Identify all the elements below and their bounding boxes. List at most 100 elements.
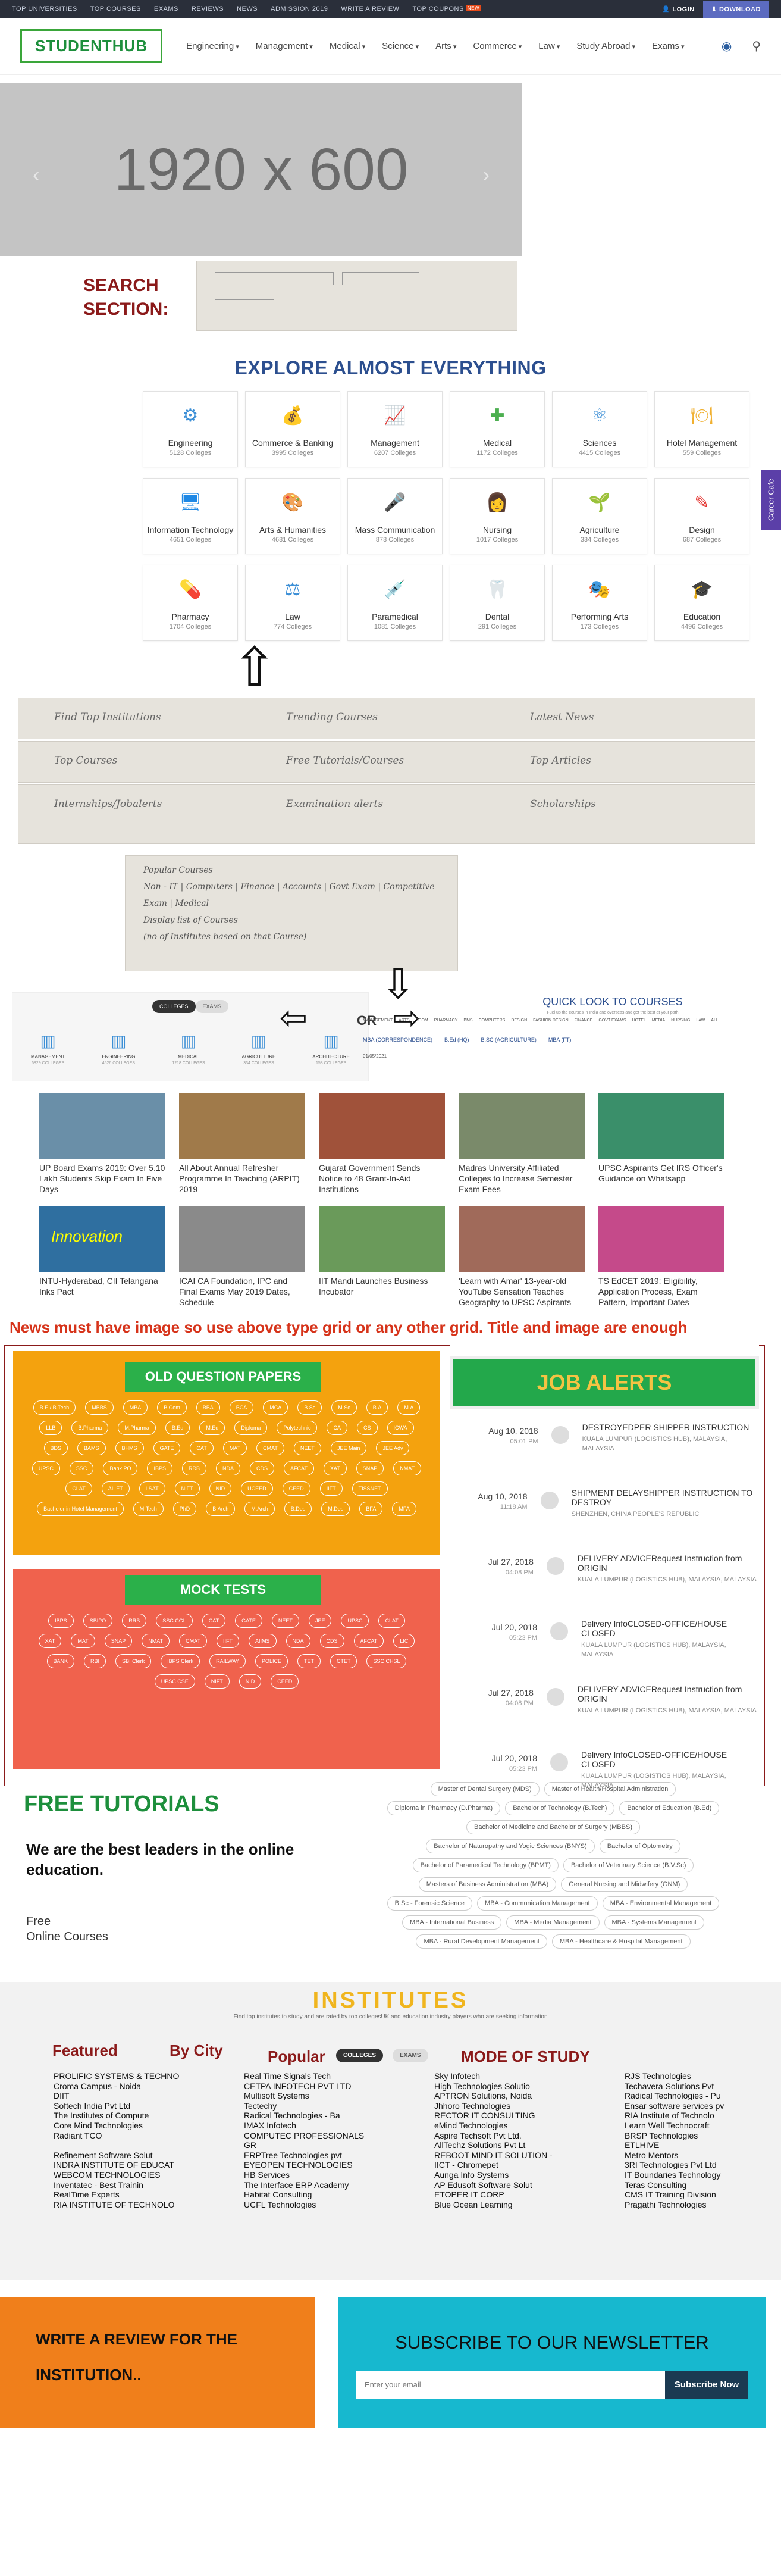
institute-link[interactable]: Jhhoro Technologies bbox=[434, 2101, 625, 2111]
category-card[interactable]: ✚ Medical 1172 Colleges bbox=[450, 391, 545, 467]
exam-pill[interactable]: CMAT bbox=[256, 1441, 284, 1455]
institute-link[interactable]: ETOPER IT CORP bbox=[434, 2190, 625, 2200]
quick-tab[interactable]: DESIGN bbox=[511, 1018, 527, 1023]
exam-pill[interactable]: B.E / B.Tech bbox=[33, 1400, 76, 1415]
quick-tab[interactable]: BMS bbox=[463, 1018, 472, 1023]
quick-tab[interactable]: LAW bbox=[696, 1018, 705, 1023]
top-link[interactable]: NEWS bbox=[237, 5, 258, 12]
exam-pill[interactable]: SBIPO bbox=[83, 1614, 113, 1628]
category-card[interactable]: 🎤 Mass Communication 878 Colleges bbox=[347, 478, 443, 554]
institute-link[interactable]: BRSP Technologies bbox=[625, 2131, 781, 2141]
institute-link[interactable]: Softech India Pvt Ltd bbox=[54, 2101, 244, 2111]
institute-link[interactable]: Croma Campus - Noida bbox=[54, 2081, 244, 2092]
exam-pill[interactable]: BFA bbox=[359, 1502, 383, 1516]
exam-pill[interactable]: CEED bbox=[282, 1481, 310, 1496]
category-card[interactable]: ⚖ Law 774 Colleges bbox=[245, 565, 340, 641]
exam-pill[interactable]: MCA bbox=[263, 1400, 288, 1415]
exam-pill[interactable]: PhD bbox=[172, 1502, 197, 1516]
course-tag[interactable]: Bachelor of Optometry bbox=[599, 1839, 680, 1853]
exam-pill[interactable]: CLAT bbox=[378, 1614, 405, 1628]
write-review-box[interactable]: WRITE A REVIEW FOR THE INSTITUTION.. bbox=[0, 2297, 315, 2428]
exam-pill[interactable]: B.Pharma bbox=[71, 1421, 109, 1435]
quick-tab[interactable]: BCOM bbox=[416, 1018, 428, 1023]
quick-tab[interactable]: MANAGEMENT bbox=[363, 1018, 393, 1023]
category-card[interactable]: 🖥 Information Technology 4651 Colleges bbox=[143, 478, 238, 554]
quick-tab[interactable]: FINANCE bbox=[575, 1018, 593, 1023]
inst-tab-exams[interactable]: EXAMS bbox=[393, 2049, 428, 2062]
institute-link[interactable]: RealTime Experts bbox=[54, 2190, 244, 2200]
carousel-next-icon[interactable]: › bbox=[483, 164, 490, 187]
exam-pill[interactable]: UPSC bbox=[341, 1614, 369, 1628]
institute-link[interactable]: AllTechz Solutions Pvt Lt bbox=[434, 2140, 625, 2150]
course-tag[interactable]: MBA - Media Management bbox=[506, 1915, 600, 1930]
exam-pill[interactable]: M.Pharma bbox=[118, 1421, 156, 1435]
search-icon[interactable]: ⚲ bbox=[752, 39, 761, 54]
institute-link[interactable]: WEBCOM TECHNOLOGIES bbox=[54, 2170, 244, 2180]
old-papers-title[interactable]: OLD QUESTION PAPERS bbox=[125, 1362, 321, 1392]
institute-link[interactable]: Radiant TCO bbox=[54, 2131, 244, 2141]
exam-pill[interactable]: IBPS Clerk bbox=[161, 1654, 200, 1668]
institute-link[interactable]: RECTOR IT CONSULTING bbox=[434, 2111, 625, 2121]
exam-pill[interactable]: NID bbox=[239, 1674, 262, 1689]
institute-link[interactable]: PROLIFIC SYSTEMS & TECHNO bbox=[54, 2071, 244, 2081]
exam-pill[interactable]: GATE bbox=[153, 1441, 181, 1455]
institute-link[interactable]: Inventatec - Best Trainin bbox=[54, 2180, 244, 2190]
course-tag[interactable]: Bachelor of Veterinary Science (B.V.Sc) bbox=[563, 1858, 694, 1872]
nav-menu-item[interactable]: Science bbox=[382, 41, 419, 51]
nav-menu-item[interactable]: Commerce bbox=[473, 41, 522, 51]
exam-pill[interactable]: M.Sc bbox=[331, 1400, 357, 1415]
exam-pill[interactable]: TET bbox=[297, 1654, 321, 1668]
quick-tab[interactable]: ARTS bbox=[399, 1018, 410, 1023]
exam-pill[interactable]: BCA bbox=[229, 1400, 254, 1415]
institute-link[interactable]: HB Services bbox=[244, 2170, 434, 2180]
by-city-label[interactable]: By City bbox=[170, 2042, 223, 2060]
email-input[interactable]: Enter your email bbox=[356, 2371, 665, 2399]
news-card[interactable]: TS EdCET 2019: Eligibility, Application … bbox=[598, 1206, 724, 1308]
institute-link[interactable]: The Institutes of Compute bbox=[54, 2111, 244, 2121]
top-link[interactable]: TOP UNIVERSITIES bbox=[12, 5, 77, 12]
exam-pill[interactable]: MFA bbox=[392, 1502, 416, 1516]
exam-pill[interactable]: M.A bbox=[397, 1400, 421, 1415]
exam-pill[interactable]: AFCAT bbox=[353, 1634, 384, 1648]
exam-pill[interactable]: AILET bbox=[101, 1481, 130, 1496]
institute-link[interactable]: RIA INSTITUTE OF TECHNOLO bbox=[54, 2200, 244, 2210]
nav-menu-item[interactable]: Exams bbox=[652, 41, 684, 51]
exam-pill[interactable]: CTET bbox=[330, 1654, 357, 1668]
exam-pill[interactable]: SNAP bbox=[104, 1634, 133, 1648]
exam-pill[interactable]: UPSC bbox=[32, 1461, 60, 1475]
exam-pill[interactable]: NDA bbox=[216, 1461, 241, 1475]
exam-pill[interactable]: BDS bbox=[43, 1441, 68, 1455]
exam-pill[interactable]: LSAT bbox=[139, 1481, 165, 1496]
category-card[interactable]: 🌱 Agriculture 334 Colleges bbox=[552, 478, 647, 554]
exam-pill[interactable]: MAT bbox=[71, 1634, 95, 1648]
institute-link[interactable]: Learn Well Technocraft bbox=[625, 2121, 781, 2131]
institute-link[interactable]: Real Time Signals Tech bbox=[244, 2071, 434, 2081]
institute-link[interactable]: Blue Ocean Learning bbox=[434, 2200, 625, 2210]
exam-pill[interactable]: CDS bbox=[319, 1634, 344, 1648]
exam-pill[interactable]: NMAT bbox=[393, 1461, 422, 1475]
exam-pill[interactable]: CDS bbox=[250, 1461, 275, 1475]
institute-link[interactable]: Refinement Software Solut bbox=[54, 2150, 244, 2161]
exam-pill[interactable]: M.Ed bbox=[199, 1421, 225, 1435]
exam-pill[interactable]: B.Ed bbox=[165, 1421, 190, 1435]
institute-link[interactable]: Multisoft Systems bbox=[244, 2091, 434, 2101]
category-card[interactable]: 💊 Pharmacy 1704 Colleges bbox=[143, 565, 238, 641]
institute-link[interactable]: EYEOPEN TECHNOLOGIES bbox=[244, 2160, 434, 2170]
mode-of-study-label[interactable]: MODE OF STUDY bbox=[461, 2047, 590, 2066]
exam-pill[interactable]: ICWA bbox=[387, 1421, 414, 1435]
quick-tab[interactable]: PHARMACY bbox=[434, 1018, 458, 1023]
course-tag[interactable]: Masters of Business Administration (MBA) bbox=[418, 1877, 557, 1892]
institute-link[interactable] bbox=[54, 2140, 244, 2150]
exam-pill[interactable]: RRB bbox=[181, 1461, 206, 1475]
exam-pill[interactable]: NDA bbox=[286, 1634, 310, 1648]
course-tag[interactable]: MBA - Systems Management bbox=[604, 1915, 704, 1930]
exam-pill[interactable]: XAT bbox=[38, 1634, 62, 1648]
exam-pill[interactable]: Bank PO bbox=[103, 1461, 138, 1475]
exam-pill[interactable]: XAT bbox=[323, 1461, 347, 1475]
featured-label[interactable]: Featured bbox=[52, 2042, 118, 2060]
exam-pill[interactable]: SNAP bbox=[356, 1461, 384, 1475]
job-row[interactable]: Jul 27, 2018 04:08 PM DELIVERY ADVICEReque… bbox=[468, 1684, 759, 1737]
exam-pill[interactable]: B.Com bbox=[157, 1400, 187, 1415]
exam-pill[interactable]: NEET bbox=[271, 1614, 299, 1628]
course-tag[interactable]: Bachelor of Naturopathy and Yogic Scienc… bbox=[426, 1839, 595, 1853]
